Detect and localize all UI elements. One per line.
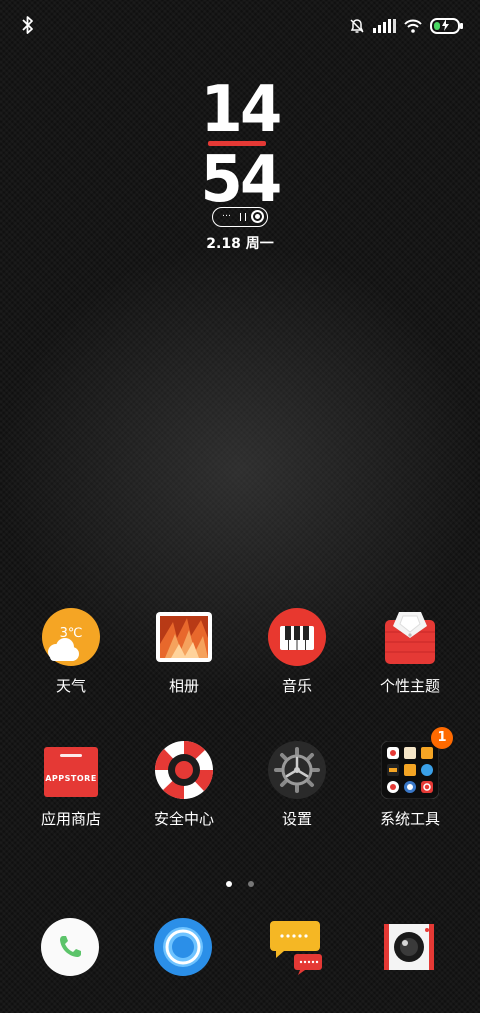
app-label: 应用商店 [40, 810, 101, 828]
app-settings[interactable]: 设置 [247, 741, 347, 828]
app-security[interactable]: 安全中心 [134, 741, 234, 828]
app-gallery[interactable]: 相册 [134, 608, 234, 695]
app-label: 天气 [55, 677, 86, 695]
clock-hour[interactable]: 14 [12, 78, 468, 142]
tools-folder-icon: 1 [380, 727, 453, 800]
camera-icon [384, 924, 434, 970]
settings-icon [268, 741, 326, 799]
dock-camera[interactable] [380, 918, 438, 976]
weather-icon: 3℃ [42, 608, 100, 666]
app-tools-folder[interactable]: 1 系统工具 [360, 727, 460, 828]
status-icons [349, 16, 463, 36]
gallery-icon [155, 608, 213, 666]
phone-icon [41, 918, 99, 976]
app-store-icon: APPSTORE [42, 741, 100, 799]
silent-bell-icon [350, 19, 364, 33]
security-icon [155, 741, 213, 799]
app-store[interactable]: APPSTORE 应用商店 [21, 741, 121, 828]
wifi-icon [404, 19, 422, 33]
status-bar [0, 0, 480, 50]
page-dot-active[interactable] [226, 881, 233, 887]
music-control-pill[interactable]: … [212, 207, 268, 227]
app-weather[interactable]: 3℃ 天气 [21, 608, 121, 695]
signal-icon [373, 19, 396, 33]
app-label: 音乐 [281, 677, 312, 695]
pause-icon [240, 213, 246, 221]
target-icon [251, 210, 264, 223]
bluetooth-icon [22, 16, 33, 34]
browser-icon [154, 918, 212, 976]
app-label: 系统工具 [379, 810, 440, 828]
app-music[interactable]: 音乐 [247, 608, 347, 695]
clock-minute[interactable]: 54 [12, 148, 468, 212]
app-label: 设置 [281, 810, 312, 828]
dock-phone[interactable] [41, 918, 99, 976]
date-label: 2.18 周一 [206, 236, 274, 252]
dock-browser[interactable] [154, 918, 212, 976]
app-store-icon-text: APPSTORE [45, 774, 97, 783]
dock-messages[interactable] [270, 918, 328, 976]
app-label: 个性主题 [379, 677, 440, 695]
themes-icon [381, 608, 439, 666]
messages-icon [270, 921, 322, 975]
notification-badge: 1 [431, 727, 453, 749]
app-themes[interactable]: 个性主题 [360, 608, 460, 695]
weather-temp: 3℃ [59, 626, 83, 641]
app-label: 相册 [168, 677, 199, 695]
pill-text: … [222, 209, 232, 219]
page-dot[interactable] [247, 881, 254, 887]
app-label: 安全中心 [153, 810, 214, 828]
battery-charging-icon [430, 18, 463, 34]
music-icon [268, 608, 326, 666]
page-indicator[interactable] [0, 872, 480, 891]
